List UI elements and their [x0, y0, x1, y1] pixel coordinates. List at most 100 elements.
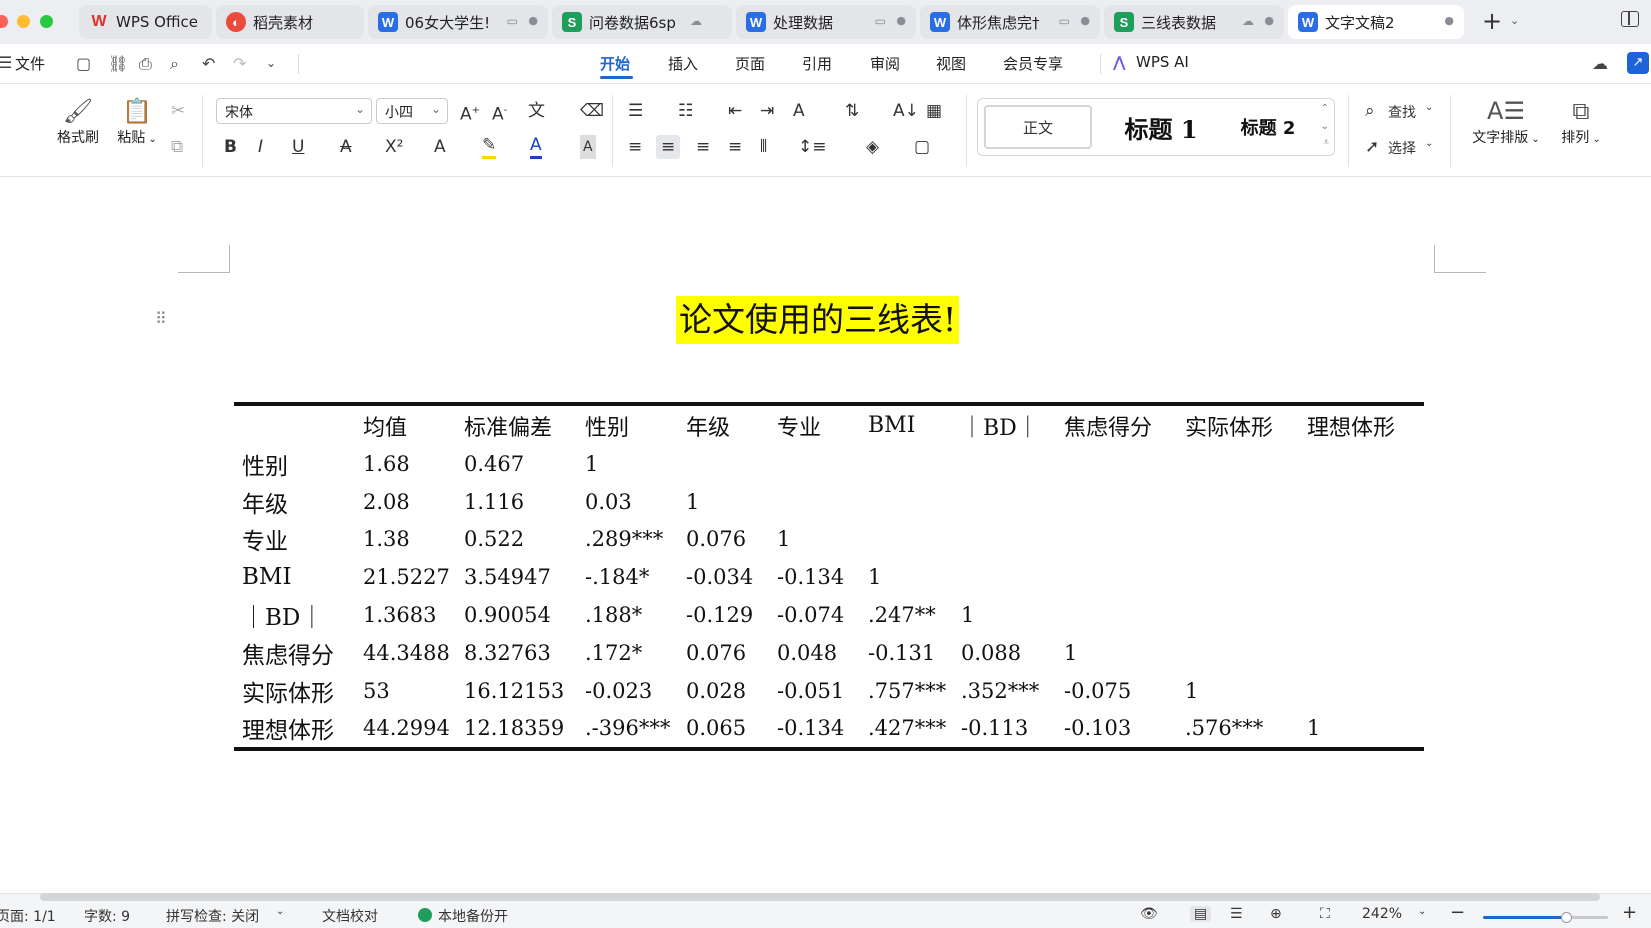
spell-check-toggle[interactable]: 拼写检查: 关闭: [166, 906, 259, 926]
close-icon[interactable]: ●: [528, 14, 538, 27]
style-heading-2[interactable]: 标题 2: [1220, 105, 1316, 149]
decrease-indent-icon[interactable]: ⇤: [728, 99, 742, 123]
proofread-button[interactable]: 文档校对: [322, 906, 378, 926]
menu-view[interactable]: 视图: [936, 53, 966, 74]
link-icon[interactable]: ⛓: [108, 54, 128, 73]
sort-az-icon[interactable]: A↓: [893, 99, 919, 123]
close-icon[interactable]: ●: [896, 14, 906, 27]
print-icon[interactable]: ⎙: [139, 54, 152, 74]
table-tools-icon[interactable]: ▦: [926, 99, 942, 123]
arrange-button[interactable]: ⧉ 排列 ⌄: [1555, 95, 1607, 147]
align-center-icon[interactable]: ≡: [656, 135, 681, 159]
font-name-select[interactable]: 宋体 ⌄: [216, 98, 372, 124]
style-heading-1[interactable]: 标题 1: [1106, 105, 1216, 149]
tab-doc-06[interactable]: W 06女大学生! ▭ ●: [368, 5, 548, 39]
split-view-icon[interactable]: [1621, 11, 1639, 27]
eye-icon[interactable]: 👁: [1140, 906, 1158, 922]
underline-button[interactable]: U: [292, 135, 304, 159]
undo-icon[interactable]: ↶: [202, 54, 215, 73]
menu-wps-ai[interactable]: WPS AI: [1136, 53, 1189, 71]
zoom-out-button[interactable]: −: [1450, 902, 1465, 923]
fit-page-icon[interactable]: ⛶: [1320, 906, 1330, 922]
align-right-icon[interactable]: ≡: [696, 135, 710, 159]
backup-status[interactable]: 本地备份开: [438, 906, 508, 926]
char-shading-icon[interactable]: A: [580, 135, 596, 159]
strikethrough-icon[interactable]: A: [340, 135, 352, 159]
chevron-down-icon[interactable]: ⌄: [1510, 14, 1519, 27]
font-shrink-icon[interactable]: A-: [492, 99, 507, 125]
text-effect-icon[interactable]: A: [434, 135, 446, 159]
format-painter-button[interactable]: 🖌 格式刷: [54, 95, 102, 147]
select-label[interactable]: 选择: [1388, 138, 1416, 158]
close-icon[interactable]: ●: [1264, 14, 1274, 27]
hamburger-icon[interactable]: ☰: [0, 53, 12, 72]
expand-gallery-icon[interactable]: ⩡: [1323, 137, 1329, 148]
menu-member[interactable]: 会员专享: [1003, 53, 1063, 74]
menu-references[interactable]: 引用: [802, 53, 832, 74]
tab-questionnaire-data[interactable]: S 问卷数据6sp ☁: [552, 5, 732, 39]
tab-three-line-data[interactable]: S 三线表数据 ☁ ●: [1104, 5, 1284, 39]
close-icon[interactable]: ●: [1444, 14, 1454, 27]
clear-format-icon[interactable]: ⌫: [580, 99, 604, 123]
text-layout-button[interactable]: A☰ 文字排版 ⌄: [1466, 95, 1546, 147]
tab-wps-office[interactable]: W WPS Office: [79, 5, 212, 39]
window-close-button[interactable]: [0, 15, 8, 28]
scroll-up-icon[interactable]: ⌃: [1321, 103, 1329, 114]
word-count[interactable]: 字数: 9: [84, 906, 130, 926]
redo-icon[interactable]: ↷: [233, 54, 246, 73]
tab-docer[interactable]: ◐ 稻壳素材: [216, 5, 364, 39]
justify-icon[interactable]: ≡: [728, 135, 742, 159]
text-direction-icon[interactable]: A: [793, 99, 805, 123]
print-preview-icon[interactable]: ⌕: [170, 54, 179, 74]
increase-indent-icon[interactable]: ⇥: [760, 99, 774, 123]
new-tab-button[interactable]: +: [1482, 7, 1502, 35]
italic-button[interactable]: I: [258, 135, 263, 159]
tab-process-data[interactable]: W 处理数据 ▭ ●: [736, 5, 916, 39]
horizontal-scrollbar[interactable]: [40, 893, 1600, 901]
zoom-slider[interactable]: [1483, 912, 1608, 923]
superscript-icon[interactable]: X²: [385, 135, 403, 159]
phonetic-guide-icon[interactable]: 文: [528, 99, 545, 123]
chevron-down-icon[interactable]: ⌄: [266, 56, 276, 70]
window-minimize-button[interactable]: [17, 15, 30, 28]
close-icon[interactable]: ●: [1080, 14, 1090, 27]
window-zoom-button[interactable]: [40, 15, 53, 28]
menu-insert[interactable]: 插入: [668, 53, 698, 74]
cloud-icon[interactable]: ☁: [1592, 54, 1608, 73]
zoom-in-button[interactable]: +: [1622, 902, 1637, 923]
font-color-icon[interactable]: A: [530, 135, 542, 159]
find-label[interactable]: 查找: [1388, 102, 1416, 122]
outline-view-icon[interactable]: ☰: [1230, 906, 1243, 922]
bullets-icon[interactable]: ☰: [628, 99, 643, 123]
highlight-color-icon[interactable]: ✎: [482, 135, 497, 159]
bold-button[interactable]: B: [224, 135, 237, 159]
shading-fill-icon[interactable]: ◈: [866, 135, 879, 159]
page-view-icon[interactable]: ▤: [1190, 906, 1212, 922]
font-grow-icon[interactable]: A+: [460, 99, 480, 125]
sort-icon[interactable]: ⇅: [845, 99, 859, 123]
scroll-down-icon[interactable]: ⌄: [1321, 121, 1329, 132]
save-icon[interactable]: ▢: [76, 54, 91, 73]
line-spacing-icon[interactable]: ↕≡: [798, 135, 827, 159]
file-menu[interactable]: 文件: [15, 53, 45, 74]
page-indicator[interactable]: 页面: 1/1: [0, 906, 56, 926]
distribute-icon[interactable]: ⫴: [760, 135, 767, 159]
numbering-icon[interactable]: ☷: [678, 99, 693, 123]
paste-button[interactable]: 📋 粘贴 ⌄: [113, 95, 161, 147]
web-view-icon[interactable]: ⊕: [1270, 906, 1282, 922]
share-icon[interactable]: ↗: [1627, 52, 1649, 74]
zoom-level[interactable]: 242%: [1362, 906, 1402, 922]
tab-document-2[interactable]: W 文字文稿2 ●: [1288, 5, 1464, 39]
borders-icon[interactable]: ▢: [914, 135, 930, 159]
document-canvas[interactable]: ⠿ 论文使用的三线表! 均值 标准偏差 性别 年级 专业 BMI ｜BD｜ 焦虑…: [0, 178, 1651, 890]
cut-icon[interactable]: ✂: [171, 99, 185, 123]
find-icon[interactable]: ⌕: [1365, 99, 1375, 123]
zoom-slider-knob[interactable]: [1560, 912, 1572, 923]
menu-review[interactable]: 审阅: [870, 53, 900, 74]
menu-page[interactable]: 页面: [735, 53, 765, 74]
tab-body-anxiety[interactable]: W 体形焦虑完† ▭ ●: [920, 5, 1100, 39]
select-cursor-icon[interactable]: ➚: [1365, 135, 1379, 159]
drag-handle-icon[interactable]: ⠿: [155, 309, 167, 328]
copy-icon[interactable]: ⧉: [171, 135, 183, 159]
style-normal[interactable]: 正文: [984, 105, 1092, 149]
